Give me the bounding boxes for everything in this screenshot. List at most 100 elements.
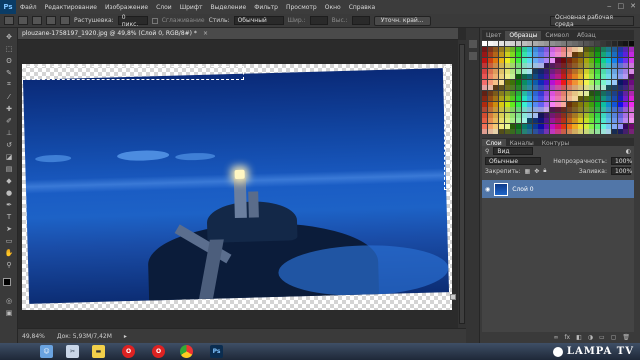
color-swatch[interactable] xyxy=(493,107,499,112)
layer-name[interactable]: Слой 0 xyxy=(512,186,533,193)
color-swatch[interactable] xyxy=(623,46,629,52)
color-swatch[interactable] xyxy=(606,85,612,90)
color-swatch[interactable] xyxy=(600,68,606,74)
color-swatch[interactable] xyxy=(527,123,533,129)
color-swatch[interactable] xyxy=(572,129,578,134)
color-swatch[interactable] xyxy=(487,101,493,107)
transform-handle[interactable] xyxy=(450,294,456,300)
color-swatch[interactable] xyxy=(493,101,499,107)
document-tab[interactable]: plouzane-1758197_1920.jpg @ 49,8% (Слой … xyxy=(18,28,458,40)
color-swatch[interactable] xyxy=(498,101,505,107)
color-swatch[interactable] xyxy=(606,96,612,101)
menu-view[interactable]: Просмотр xyxy=(282,4,321,11)
color-swatch[interactable] xyxy=(515,112,522,118)
color-swatch[interactable] xyxy=(628,52,634,57)
type-tool-icon[interactable]: T xyxy=(4,212,14,221)
folder-icon[interactable]: ▬ xyxy=(92,345,105,358)
color-swatch[interactable] xyxy=(504,112,510,118)
color-swatch[interactable] xyxy=(606,123,612,129)
color-swatch[interactable] xyxy=(504,52,510,57)
photoshop-dock-icon[interactable]: Ps xyxy=(210,345,223,358)
width-input[interactable] xyxy=(309,16,328,25)
color-swatch[interactable] xyxy=(611,46,618,52)
color-swatch[interactable] xyxy=(521,79,527,85)
crop-tool-icon[interactable]: ⌗ xyxy=(4,80,14,89)
color-swatch[interactable] xyxy=(515,63,522,68)
color-swatch[interactable] xyxy=(561,46,567,52)
color-swatch[interactable] xyxy=(589,41,595,46)
color-swatch[interactable] xyxy=(510,129,516,134)
color-swatch[interactable] xyxy=(611,118,618,123)
color-swatch[interactable] xyxy=(606,79,612,85)
color-swatch[interactable] xyxy=(606,46,612,52)
color-swatch[interactable] xyxy=(611,129,618,134)
color-swatch[interactable] xyxy=(572,96,578,101)
foreground-color-swatch[interactable] xyxy=(3,278,11,286)
color-swatch[interactable] xyxy=(566,101,572,107)
menu-layers[interactable]: Слои xyxy=(152,4,176,11)
color-swatch[interactable] xyxy=(487,52,493,57)
color-swatch[interactable] xyxy=(515,129,522,134)
color-swatch[interactable] xyxy=(544,79,550,85)
adjustment-icon[interactable]: ◑ xyxy=(588,334,593,341)
color-swatch[interactable] xyxy=(538,118,544,123)
color-swatch[interactable] xyxy=(594,123,601,129)
color-swatch[interactable] xyxy=(594,41,601,46)
color-swatch[interactable] xyxy=(510,123,516,129)
color-swatch[interactable] xyxy=(538,112,544,118)
color-swatch[interactable] xyxy=(504,129,510,134)
color-swatch[interactable] xyxy=(504,68,510,74)
color-swatch[interactable] xyxy=(510,57,516,63)
color-swatch[interactable] xyxy=(487,68,493,74)
color-swatch[interactable] xyxy=(589,107,595,112)
color-swatch[interactable] xyxy=(617,85,623,90)
color-swatch[interactable] xyxy=(482,90,488,96)
color-swatch[interactable] xyxy=(521,101,527,107)
height-input[interactable] xyxy=(351,16,370,25)
properties-panel-icon[interactable] xyxy=(469,52,477,60)
color-swatch[interactable] xyxy=(572,112,578,118)
color-swatch[interactable] xyxy=(532,90,538,96)
color-swatch[interactable] xyxy=(561,79,567,85)
color-swatch[interactable] xyxy=(493,74,499,79)
color-swatch[interactable] xyxy=(482,52,488,57)
color-swatch[interactable] xyxy=(555,123,561,129)
color-swatch[interactable] xyxy=(628,112,634,118)
color-swatch[interactable] xyxy=(583,85,589,90)
color-swatch[interactable] xyxy=(532,52,538,57)
color-swatch[interactable] xyxy=(572,107,578,112)
layer-row[interactable]: ◉ Слой 0 xyxy=(482,180,634,198)
lock-all-icon[interactable]: 🔒︎ xyxy=(543,167,546,175)
stamp-tool-icon[interactable]: ⊥ xyxy=(4,128,14,137)
color-swatch[interactable] xyxy=(589,129,595,134)
color-swatch[interactable] xyxy=(600,101,606,107)
color-swatch[interactable] xyxy=(549,63,555,68)
minimize-icon[interactable]: ‒ xyxy=(607,2,611,10)
color-swatch[interactable] xyxy=(510,63,516,68)
color-swatch[interactable] xyxy=(504,57,510,63)
color-swatch[interactable] xyxy=(527,129,533,134)
color-swatch[interactable] xyxy=(572,63,578,68)
marquee-tool-icon[interactable]: ⬚ xyxy=(4,44,14,53)
color-swatch[interactable] xyxy=(600,57,606,63)
color-swatch[interactable] xyxy=(527,57,533,63)
color-swatch[interactable] xyxy=(594,101,601,107)
color-swatch[interactable] xyxy=(589,68,595,74)
color-swatch[interactable] xyxy=(544,46,550,52)
color-swatch[interactable] xyxy=(555,112,561,118)
color-swatch[interactable] xyxy=(572,74,578,79)
color-swatch[interactable] xyxy=(487,129,493,134)
color-swatch[interactable] xyxy=(611,79,618,85)
color-swatch[interactable] xyxy=(527,68,533,74)
color-swatch[interactable] xyxy=(538,123,544,129)
color-swatch[interactable] xyxy=(611,57,618,63)
color-swatch[interactable] xyxy=(515,52,522,57)
color-swatch[interactable] xyxy=(600,79,606,85)
opacity-input[interactable]: 100% xyxy=(611,157,632,165)
color-swatch[interactable] xyxy=(482,129,488,134)
link-icon[interactable]: ∞ xyxy=(553,334,558,341)
color-swatch[interactable] xyxy=(606,107,612,112)
color-swatch[interactable] xyxy=(600,112,606,118)
color-swatch[interactable] xyxy=(493,118,499,123)
color-swatch[interactable] xyxy=(589,63,595,68)
